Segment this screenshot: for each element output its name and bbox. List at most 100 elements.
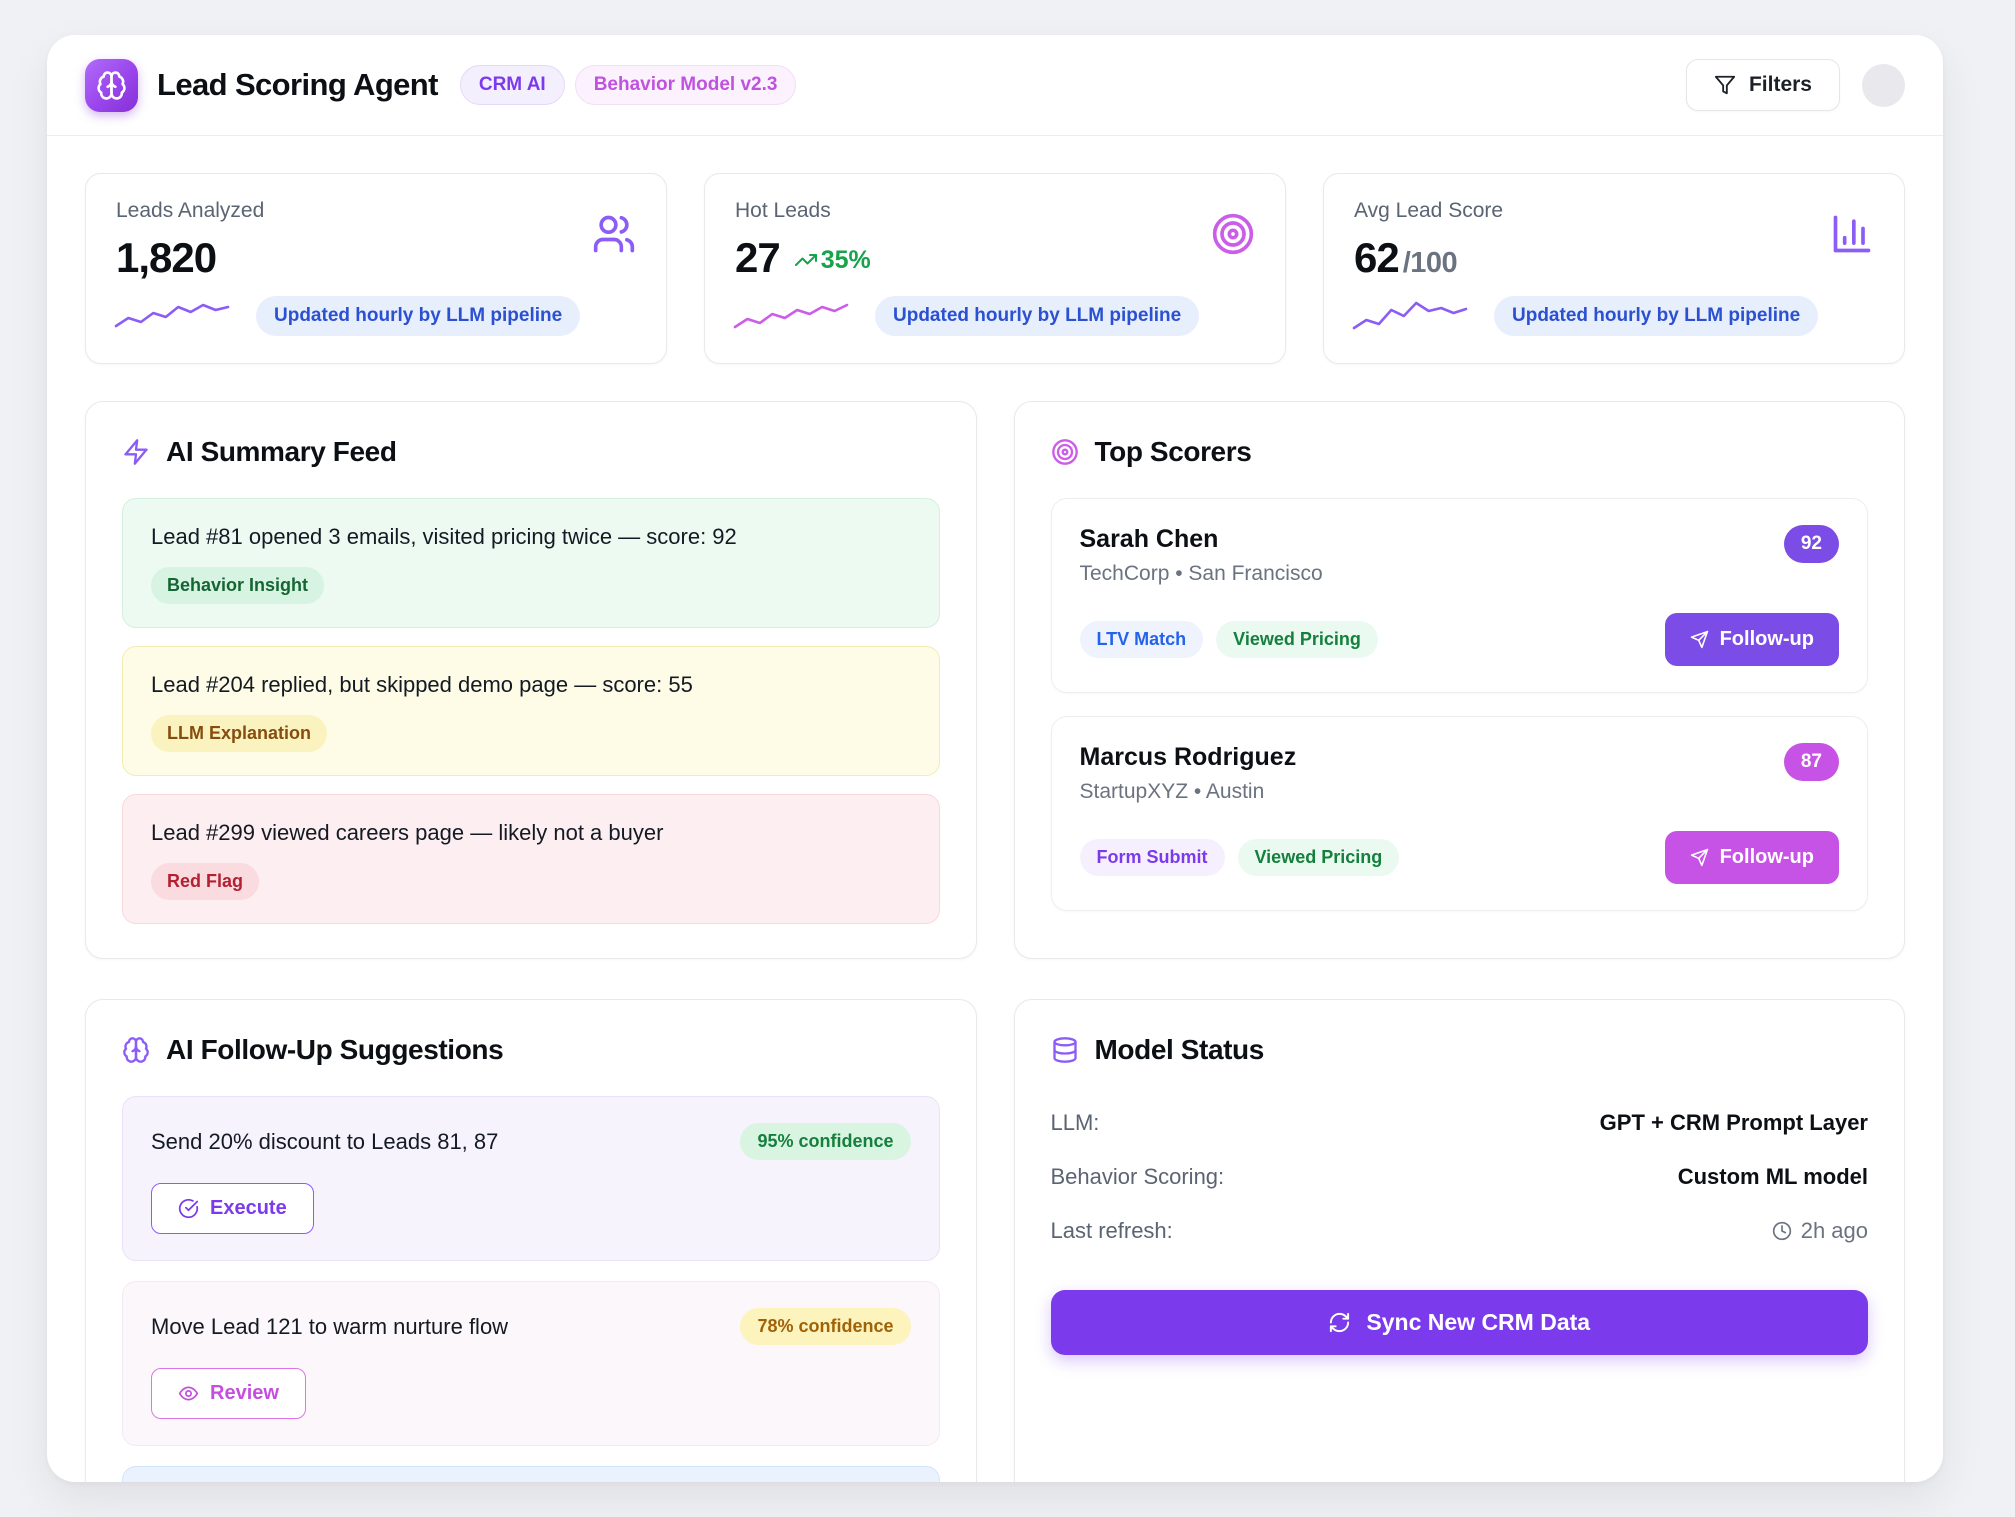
database-icon	[1051, 1036, 1079, 1064]
suggestion-item: Send product comparison PDF to Lead 91 8…	[122, 1466, 940, 1482]
lead-tag: Viewed Pricing	[1238, 839, 1400, 876]
update-badge: Updated hourly by LLM pipeline	[875, 296, 1199, 336]
page-title: Lead Scoring Agent	[157, 67, 438, 103]
lead-name: Sarah Chen	[1080, 525, 1323, 554]
feed-tag: Behavior Insight	[151, 567, 324, 604]
avatar[interactable]	[1862, 64, 1905, 107]
clock-icon	[1772, 1221, 1792, 1241]
suggestion-item: Move Lead 121 to warm nurture flow 78% c…	[122, 1281, 940, 1446]
sync-label: Sync New CRM Data	[1366, 1309, 1590, 1336]
follow-up-button[interactable]: Follow-up	[1665, 613, 1839, 666]
status-label: Behavior Scoring:	[1051, 1164, 1225, 1190]
lead-tag: LTV Match	[1080, 621, 1204, 658]
execute-button[interactable]: Execute	[151, 1183, 314, 1234]
review-button[interactable]: Review	[151, 1368, 306, 1419]
stat-value-suffix: /100	[1403, 247, 1457, 280]
brain-icon	[96, 70, 127, 101]
app-header: Lead Scoring Agent CRM AI Behavior Model…	[47, 35, 1943, 136]
model-status-row: Behavior Scoring: Custom ML model	[1051, 1150, 1869, 1204]
status-value: Custom ML model	[1678, 1164, 1868, 1190]
bar-chart-icon	[1830, 212, 1874, 256]
review-label: Review	[210, 1382, 279, 1405]
status-value: GPT + CRM Prompt Layer	[1600, 1110, 1868, 1136]
top-scorers-card: Top Scorers Sarah Chen TechCorp • San Fr…	[1014, 401, 1906, 959]
feed-text: Lead #81 opened 3 emails, visited pricin…	[151, 524, 911, 550]
model-status-card: Model Status LLM: GPT + CRM Prompt Layer…	[1014, 999, 1906, 1482]
stat-card-hot-leads: Hot Leads 27 35% Updated hourly by LLM p…	[704, 173, 1286, 364]
badge-crm-ai: CRM AI	[460, 65, 565, 105]
stat-value: 1,820	[116, 234, 216, 282]
lead-company: TechCorp • San Francisco	[1080, 562, 1323, 586]
filters-button[interactable]: Filters	[1686, 59, 1840, 111]
lead-row-marcus-rodriguez: Marcus Rodriguez StartupXYZ • Austin 87 …	[1051, 716, 1869, 911]
lead-row-sarah-chen: Sarah Chen TechCorp • San Francisco 92 L…	[1051, 498, 1869, 693]
confidence-badge: 78% confidence	[740, 1308, 910, 1345]
stat-value: 27	[735, 234, 780, 282]
confidence-badge: 95% confidence	[740, 1123, 910, 1160]
feed-tag: LLM Explanation	[151, 715, 327, 752]
trend-indicator: 35%	[794, 246, 871, 275]
refresh-icon	[1328, 1311, 1351, 1334]
app-logo	[85, 59, 138, 112]
header-actions: Filters	[1686, 59, 1905, 111]
sparkline-chart	[1354, 296, 1466, 336]
feed-text: Lead #204 replied, but skipped demo page…	[151, 672, 911, 698]
filter-icon	[1714, 74, 1736, 96]
lead-company: StartupXYZ • Austin	[1080, 780, 1297, 804]
follow-up-button[interactable]: Follow-up	[1665, 831, 1839, 884]
send-icon	[1690, 848, 1709, 867]
ai-followup-suggestions-card: AI Follow-Up Suggestions Send 20% discou…	[85, 999, 977, 1482]
suggestion-text: Move Lead 121 to warm nurture flow	[151, 1314, 508, 1340]
stat-label: Hot Leads	[735, 199, 1255, 223]
score-badge: 92	[1784, 525, 1839, 563]
check-circle-icon	[178, 1198, 199, 1219]
status-label: LLM:	[1051, 1110, 1100, 1136]
sparkline-chart	[116, 296, 228, 336]
model-status-row: LLM: GPT + CRM Prompt Layer	[1051, 1096, 1869, 1150]
update-badge: Updated hourly by LLM pipeline	[1494, 296, 1818, 336]
last-refresh-value: 2h ago	[1801, 1218, 1868, 1244]
lead-tag: Form Submit	[1080, 839, 1225, 876]
ai-summary-feed-card: AI Summary Feed Lead #81 opened 3 emails…	[85, 401, 977, 959]
stat-label: Leads Analyzed	[116, 199, 636, 223]
score-badge: 87	[1784, 743, 1839, 781]
feed-item: Lead #81 opened 3 emails, visited pricin…	[122, 498, 940, 628]
trend-value: 35%	[821, 246, 871, 275]
update-badge: Updated hourly by LLM pipeline	[256, 296, 580, 336]
send-icon	[1690, 630, 1709, 649]
filters-label: Filters	[1749, 73, 1812, 97]
stats-row: Leads Analyzed 1,820 Updated hourly by L…	[47, 136, 1943, 401]
stat-label: Avg Lead Score	[1354, 199, 1874, 223]
stat-value: 62	[1354, 234, 1399, 282]
main-window: Lead Scoring Agent CRM AI Behavior Model…	[47, 35, 1943, 1482]
users-icon	[592, 212, 636, 256]
brain-icon	[122, 1036, 150, 1064]
sparkline-chart	[735, 296, 847, 336]
section-title: Model Status	[1095, 1034, 1264, 1066]
sync-crm-data-button[interactable]: Sync New CRM Data	[1051, 1290, 1869, 1355]
follow-up-label: Follow-up	[1720, 846, 1814, 869]
stat-card-leads-analyzed: Leads Analyzed 1,820 Updated hourly by L…	[85, 173, 667, 364]
main-grid: AI Summary Feed Lead #81 opened 3 emails…	[47, 401, 1943, 1482]
trending-up-icon	[794, 248, 818, 272]
badge-behavior-model: Behavior Model v2.3	[575, 65, 797, 105]
lead-tag: Viewed Pricing	[1216, 621, 1378, 658]
suggestion-text: Send 20% discount to Leads 81, 87	[151, 1129, 498, 1155]
status-value: 2h ago	[1772, 1218, 1868, 1244]
feed-tag: Red Flag	[151, 863, 259, 900]
model-status-row: Last refresh: 2h ago	[1051, 1204, 1869, 1258]
lead-name: Marcus Rodriguez	[1080, 743, 1297, 772]
zap-icon	[122, 438, 150, 466]
status-label: Last refresh:	[1051, 1218, 1173, 1244]
feed-text: Lead #299 viewed careers page — likely n…	[151, 820, 911, 846]
feed-item: Lead #204 replied, but skipped demo page…	[122, 646, 940, 776]
execute-label: Execute	[210, 1197, 287, 1220]
stat-card-avg-lead-score: Avg Lead Score 62 /100 Updated hourly by…	[1323, 173, 1905, 364]
section-title: AI Summary Feed	[166, 436, 397, 468]
follow-up-label: Follow-up	[1720, 628, 1814, 651]
eye-icon	[178, 1383, 199, 1404]
section-title: AI Follow-Up Suggestions	[166, 1034, 503, 1066]
target-icon	[1051, 438, 1079, 466]
section-title: Top Scorers	[1095, 436, 1252, 468]
suggestion-item: Send 20% discount to Leads 81, 87 95% co…	[122, 1096, 940, 1261]
